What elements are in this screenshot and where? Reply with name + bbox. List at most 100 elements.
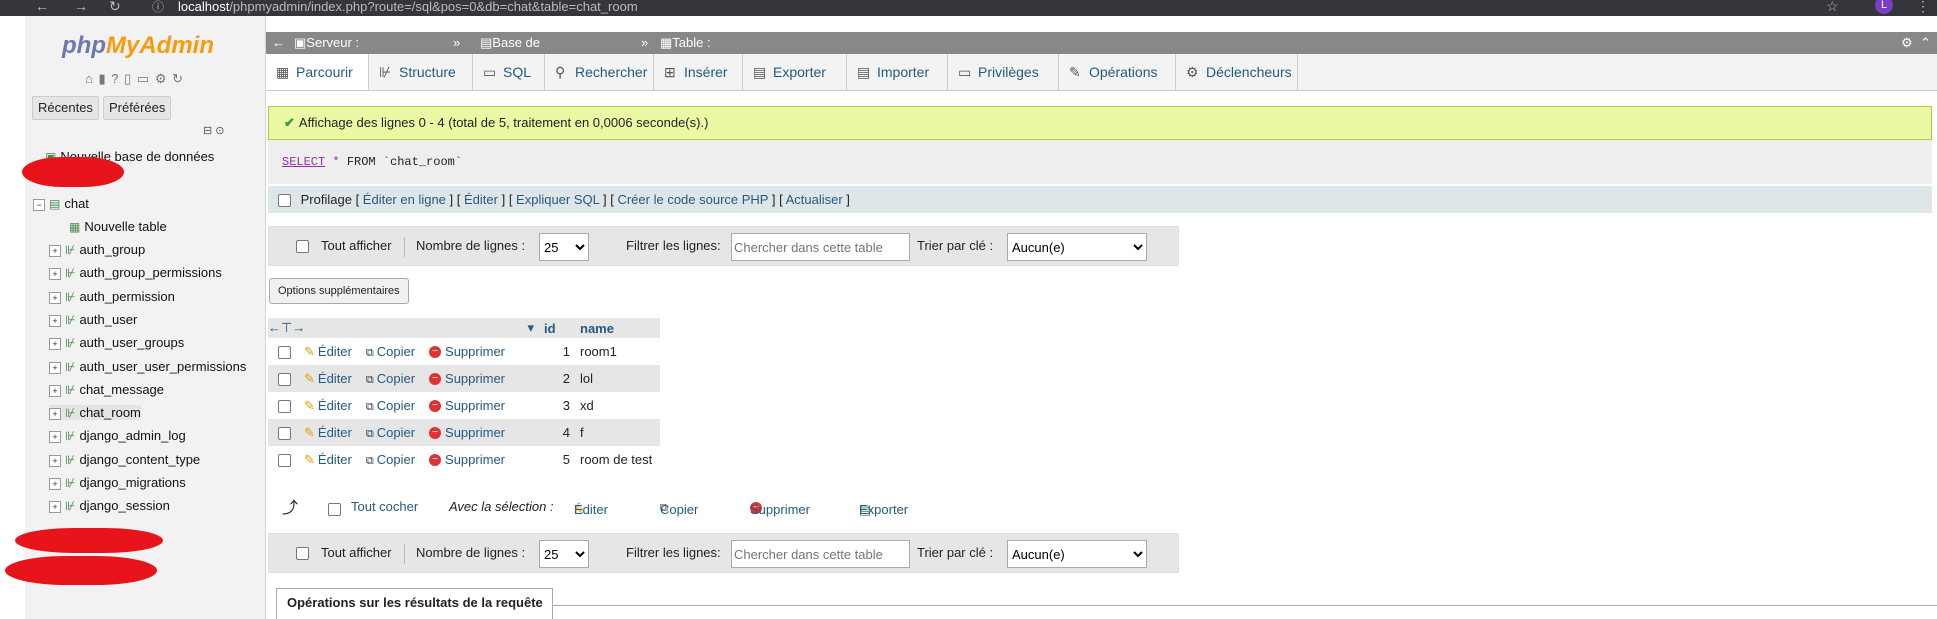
rows-select[interactable]: 25 [539, 233, 589, 261]
profiling-checkbox[interactable] [278, 194, 291, 208]
query-link-4[interactable]: Actualiser [786, 192, 843, 207]
cell-name[interactable]: xd [576, 392, 660, 419]
row-copy-link[interactable]: ⧉ Copier [366, 452, 415, 467]
sort-select-bottom[interactable]: Aucun(e) [1007, 540, 1147, 568]
sort-select[interactable]: Aucun(e) [1007, 233, 1147, 261]
tree-table-django-admin-log[interactable]: + ⊮ django_admin_log [49, 428, 186, 443]
avatar[interactable]: L [1875, 0, 1893, 14]
row-checkbox[interactable] [278, 426, 291, 440]
row-checkbox[interactable] [278, 372, 291, 386]
tree-table-django-session[interactable]: + ⊮ django_session [49, 498, 170, 513]
expand-icon[interactable]: + [49, 384, 61, 397]
filter-input[interactable] [731, 233, 910, 261]
tree-table-chat-message[interactable]: + ⊮ chat_message [49, 382, 164, 397]
cell-id[interactable]: 4 [538, 419, 576, 446]
tree-table-chat-room[interactable]: + ⊮ chat_room [49, 405, 141, 420]
expand-icon[interactable]: + [49, 500, 61, 513]
forward-icon[interactable]: → [74, 0, 88, 14]
tree-table-django-content-type[interactable]: + ⊮ django_content_type [49, 452, 200, 467]
expand-icon[interactable]: + [49, 314, 61, 327]
column-visibility-icon[interactable]: ▾ [527, 320, 534, 336]
expand-icon[interactable]: + [49, 361, 61, 374]
cell-name[interactable]: room1 [576, 338, 660, 365]
query-link-1[interactable]: Éditer [464, 192, 498, 207]
collapse-sidebar-icon[interactable]: ← [272, 32, 285, 54]
column-toggle-arrows[interactable]: ←⊤→ ▾ [268, 318, 538, 338]
row-delete-link[interactable]: − Supprimer [429, 344, 505, 359]
row-edit-link[interactable]: ✎ Éditer [304, 425, 352, 440]
expand-icon[interactable]: + [49, 337, 61, 350]
row-edit-link[interactable]: ✎ Éditer [304, 344, 352, 359]
collapse-all-icon[interactable]: ⊟ ⊙ [203, 124, 225, 137]
cell-id[interactable]: 1 [538, 338, 576, 365]
help-icon[interactable]: ? [111, 71, 119, 86]
tree-table-django-migrations[interactable]: + ⊮ django_migrations [49, 475, 186, 490]
tab-importer[interactable]: ▤ Importer [847, 54, 948, 90]
row-checkbox[interactable] [278, 399, 291, 413]
tab-sql[interactable]: ▭ SQL [473, 54, 545, 90]
row-edit-link[interactable]: ✎ Éditer [304, 452, 352, 467]
tab-inserer[interactable]: ⊞ Insérer [654, 54, 743, 90]
row-checkbox[interactable] [278, 453, 291, 467]
tab-parcourir[interactable]: ▦ Parcourir [266, 54, 369, 90]
tree-table-auth-user[interactable]: + ⊮ auth_user [49, 312, 137, 327]
expand-icon[interactable]: + [49, 407, 61, 420]
query-results-operations-tab[interactable]: Opérations sur les résultats de la requê… [276, 588, 553, 619]
cell-id[interactable]: 5 [538, 446, 576, 473]
bookmark-star-icon[interactable]: ☆ [1826, 0, 1839, 15]
sql-icon[interactable]: ▭ [137, 71, 150, 86]
logout-icon[interactable]: ▮ [98, 71, 106, 86]
check-all-label[interactable]: Tout cocher [351, 499, 418, 514]
tree-database-chat[interactable]: − ▤ chat [33, 196, 89, 211]
settings-icon[interactable]: ⚙ [1901, 32, 1913, 54]
row-delete-link[interactable]: − Supprimer [429, 452, 505, 467]
address-bar[interactable]: localhost/phpmyadmin/index.php?route=/sq… [178, 0, 638, 14]
more-options-button[interactable]: Options supplémentaires [269, 278, 409, 304]
settings-icon[interactable]: ⚙ [155, 71, 168, 86]
tab-declencheurs[interactable]: ⚙ Déclencheurs [1176, 54, 1298, 90]
row-edit-link[interactable]: ✎ Éditer [304, 398, 352, 413]
show-all-checkbox-bottom[interactable] [296, 534, 309, 572]
row-copy-link[interactable]: ⧉ Copier [366, 344, 415, 359]
expand-icon[interactable]: + [49, 291, 61, 304]
filter-input-bottom[interactable] [731, 540, 910, 568]
query-link-2[interactable]: Expliquer SQL [516, 192, 599, 207]
breadcrumb-database[interactable]: ▤ Base de données : chat [480, 32, 542, 94]
recent-tables-button[interactable]: Récentes [32, 96, 99, 120]
row-delete-link[interactable]: − Supprimer [429, 398, 505, 413]
query-link-3[interactable]: Créer le code source PHP [617, 192, 768, 207]
tree-table-auth-permission[interactable]: + ⊮ auth_permission [49, 289, 175, 304]
row-checkbox[interactable] [278, 345, 291, 359]
tree-table-auth-user-user-permissions[interactable]: + ⊮ auth_user_user_permissions [49, 359, 246, 374]
breadcrumb-server[interactable]: ▣ Serveur : localhost:3306 [294, 32, 390, 72]
cell-id[interactable]: 3 [538, 392, 576, 419]
show-all-checkbox[interactable] [296, 227, 309, 265]
cell-id[interactable]: 2 [538, 365, 576, 392]
docs-icon[interactable]: ▯ [124, 71, 132, 86]
back-icon[interactable]: ← [35, 0, 49, 14]
row-delete-link[interactable]: − Supprimer [429, 371, 505, 386]
tab-structure[interactable]: ⊮ Structure [369, 54, 473, 90]
expand-icon[interactable]: + [49, 454, 61, 467]
sql-keyword-select[interactable]: SELECT [282, 155, 325, 169]
column-header-id[interactable]: id [538, 318, 576, 338]
expand-icon[interactable]: + [49, 244, 61, 257]
favorite-tables-button[interactable]: Préférées [103, 96, 172, 120]
rows-select-bottom[interactable]: 25 [539, 540, 589, 568]
expand-icon[interactable]: + [49, 267, 61, 280]
expand-icon[interactable]: + [49, 477, 61, 490]
home-icon[interactable]: ⌂ [85, 71, 94, 86]
row-copy-link[interactable]: ⧉ Copier [366, 398, 415, 413]
row-copy-link[interactable]: ⧉ Copier [366, 425, 415, 440]
expand-icon[interactable]: + [49, 430, 61, 443]
tree-new-table[interactable]: ▦ Nouvelle table [69, 219, 167, 234]
tab-exporter[interactable]: ▤ Exporter [743, 54, 847, 90]
tab-privileges[interactable]: ▭ Privilèges [948, 54, 1059, 90]
breadcrumb-table[interactable]: ▦ Table : chat_room [660, 32, 734, 72]
cell-name[interactable]: lol [576, 365, 660, 392]
collapse-top-icon[interactable]: ⌃ [1920, 32, 1931, 54]
tab-rechercher[interactable]: ⚲ Rechercher [545, 54, 654, 90]
row-copy-link[interactable]: ⧉ Copier [366, 371, 415, 386]
reload-nav-icon[interactable]: ↻ [172, 71, 184, 86]
info-icon[interactable]: ⓘ [152, 0, 164, 15]
